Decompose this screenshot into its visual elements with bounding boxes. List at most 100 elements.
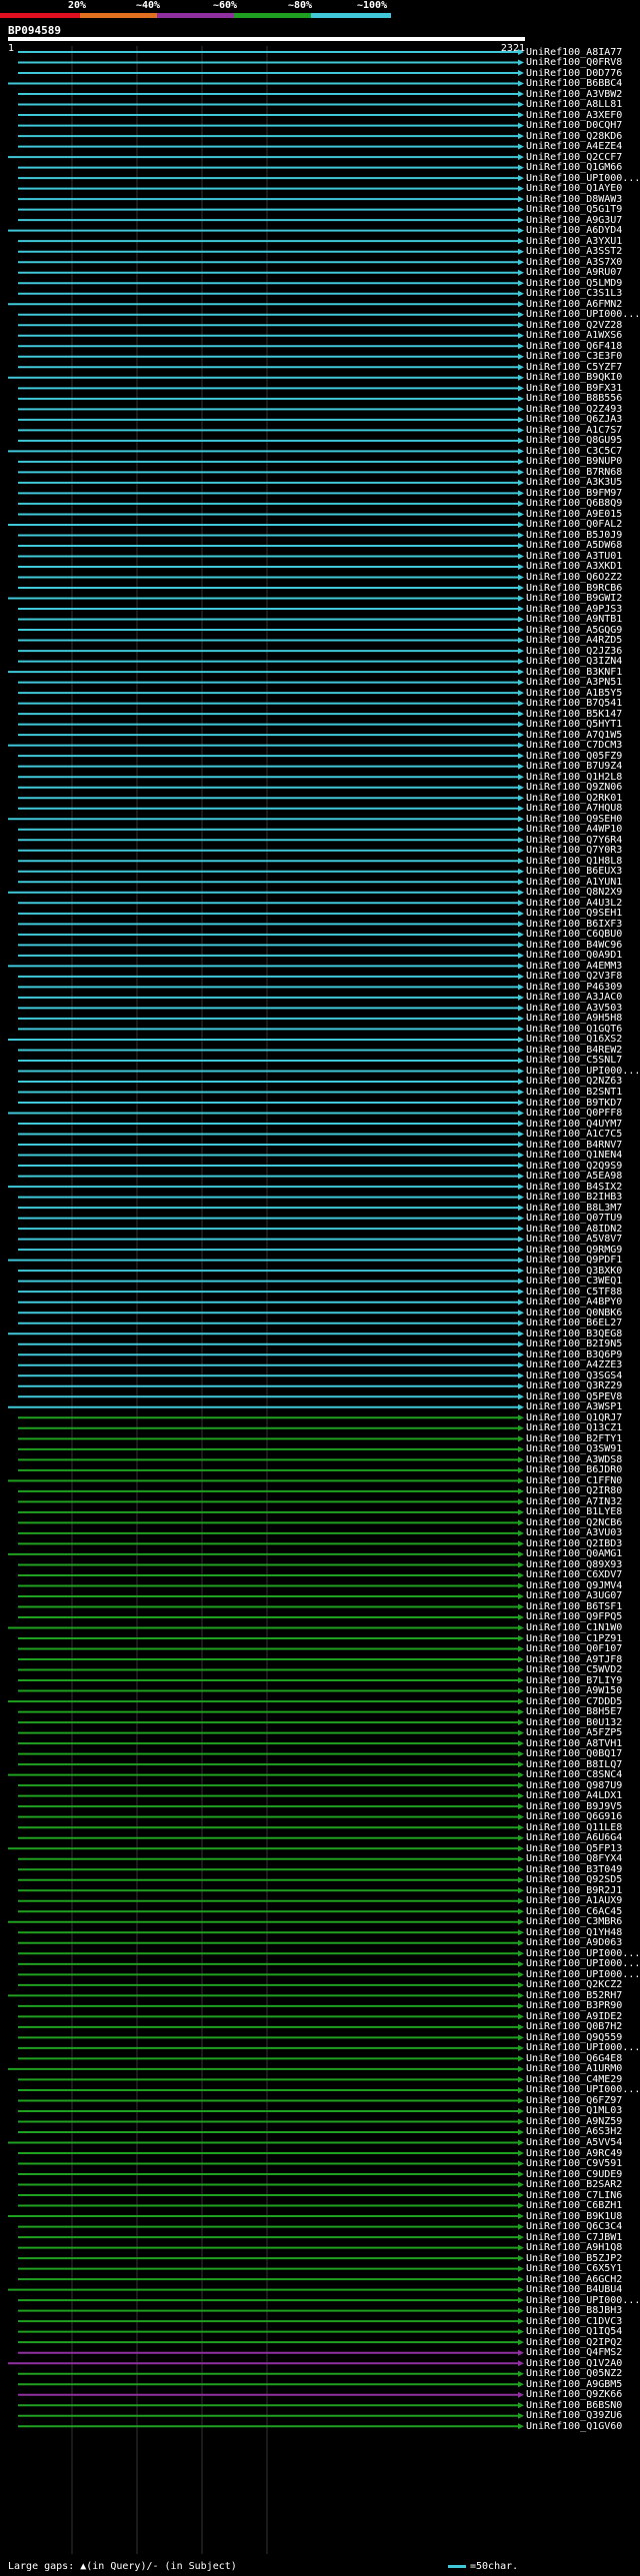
hit-arrow-icon xyxy=(518,2192,524,2199)
hit-arrow-icon xyxy=(518,774,524,781)
hit-arrow-icon xyxy=(518,1666,524,1673)
hit-arrow-icon xyxy=(518,1887,524,1894)
hit-arrow-icon xyxy=(518,658,524,665)
hit-arrow-icon xyxy=(518,1740,524,1747)
hit-arrow-icon xyxy=(518,2055,524,2062)
hit-arrow-icon xyxy=(518,931,524,938)
hit-arrow-icon xyxy=(518,1908,524,1915)
hit-arrow-icon xyxy=(518,206,524,213)
hit-arrow-icon xyxy=(518,1771,524,1778)
hit-arrow-icon xyxy=(518,2202,524,2209)
hit-arrow-icon xyxy=(518,1330,524,1337)
hit-arrow-icon xyxy=(518,448,524,455)
hit-arrow-icon xyxy=(518,1719,524,1726)
hit-arrow-icon xyxy=(518,416,524,423)
hit-arrow-icon xyxy=(518,248,524,255)
hit-arrow-icon xyxy=(518,711,524,718)
scale-legend-swatch xyxy=(448,2564,466,2568)
hit-arrow-icon xyxy=(518,648,524,655)
hit-arrow-icon xyxy=(518,2381,524,2388)
hit-arrow-icon xyxy=(518,1971,524,1978)
hit-arrow-icon xyxy=(518,1656,524,1663)
hit-arrow-icon xyxy=(518,49,524,55)
hit-arrow-icon xyxy=(518,542,524,549)
hit-arrow-icon xyxy=(518,1247,524,1254)
hit-arrow-icon xyxy=(518,2297,524,2304)
hit-arrow-icon xyxy=(518,395,524,402)
hit-arrow-icon xyxy=(518,847,524,854)
hit-arrow-icon xyxy=(518,1519,524,1526)
hit-arrow-icon xyxy=(518,259,524,266)
hit-arrow-icon xyxy=(518,1635,524,1642)
hit-arrow-icon xyxy=(518,2107,524,2114)
hit-arrow-icon xyxy=(518,2097,524,2104)
hit-arrow-icon xyxy=(518,1298,524,1305)
hit-arrow-icon xyxy=(518,1929,524,1936)
hit-arrow-icon xyxy=(518,2118,524,2125)
scale-legend: =50char. xyxy=(448,2561,518,2572)
hit-arrow-icon xyxy=(518,1078,524,1085)
hit-arrow-icon xyxy=(518,2065,524,2072)
hit-arrow-icon xyxy=(518,994,524,1001)
hit-arrow-icon xyxy=(518,238,524,245)
hit-arrow-icon xyxy=(518,353,524,360)
hit-arrow-icon xyxy=(518,532,524,539)
hit-arrow-icon xyxy=(518,637,524,644)
hit-arrow-icon xyxy=(518,122,524,129)
hit-arrow-icon xyxy=(518,795,524,802)
hit-arrow-icon xyxy=(518,196,524,203)
hit-arrow-icon xyxy=(518,1257,524,1264)
hit-arrow-icon xyxy=(518,2328,524,2335)
hit-arrow-icon xyxy=(518,563,524,570)
hit-arrow-icon xyxy=(518,1897,524,1904)
hit-arrow-icon xyxy=(518,1288,524,1295)
hit-arrow-icon xyxy=(518,742,524,749)
hit-arrow-icon xyxy=(518,1268,524,1275)
hit-arrow-icon xyxy=(518,1498,524,1505)
hit-arrow-icon xyxy=(518,175,524,182)
hit-arrow-icon xyxy=(518,2044,524,2051)
hit-arrow-icon xyxy=(518,437,524,444)
hit-arrow-icon xyxy=(518,2276,524,2283)
hit-arrow-icon xyxy=(518,469,524,476)
hit-arrow-icon xyxy=(518,1278,524,1285)
hit-arrow-icon xyxy=(518,1163,524,1170)
hit-arrow-icon xyxy=(518,1803,524,1810)
hit-label[interactable]: UniRef100_Q1GV60 xyxy=(526,2420,622,2433)
hit-arrow-icon xyxy=(518,2139,524,2146)
hit-arrow-icon xyxy=(518,1487,524,1494)
hit-arrow-icon xyxy=(518,2023,524,2030)
hit-arrow-icon xyxy=(518,627,524,634)
hit-arrow-icon xyxy=(518,1603,524,1610)
hit-arrow-icon xyxy=(518,2412,524,2419)
hit-arrow-icon xyxy=(518,1960,524,1967)
hit-arrow-icon xyxy=(518,2370,524,2377)
hit-arrow-icon xyxy=(518,374,524,381)
hit-arrow-icon xyxy=(518,490,524,497)
hit-arrow-icon xyxy=(518,837,524,844)
hit-arrow-icon xyxy=(518,1435,524,1442)
hit-arrow-icon xyxy=(518,1561,524,1568)
hit-arrow-icon xyxy=(518,112,524,119)
hit-arrow-icon xyxy=(518,1687,524,1694)
hit-arrow-icon xyxy=(518,70,524,77)
hit-arrow-icon xyxy=(518,732,524,739)
hit-arrow-icon xyxy=(518,585,524,592)
hit-arrow-icon xyxy=(518,311,524,318)
hit-arrow-icon xyxy=(518,1340,524,1347)
hit-arrow-icon xyxy=(518,1403,524,1410)
hit-arrow-icon xyxy=(518,2265,524,2272)
hit-arrow-icon xyxy=(518,1005,524,1012)
hit-arrow-icon xyxy=(518,217,524,224)
hit-arrow-icon xyxy=(518,2181,524,2188)
hit-arrow-icon xyxy=(518,1445,524,1452)
hit-arrow-icon xyxy=(518,1215,524,1222)
hit-arrow-icon xyxy=(518,154,524,161)
hit-arrow-icon xyxy=(518,1414,524,1421)
hit-arrow-icon xyxy=(518,816,524,823)
hit-arrow-icon xyxy=(518,679,524,686)
hit-arrow-icon xyxy=(518,133,524,140)
hit-arrow-icon xyxy=(518,1613,524,1620)
hit-arrow-icon xyxy=(518,269,524,276)
hit-arrow-icon xyxy=(518,1036,524,1043)
